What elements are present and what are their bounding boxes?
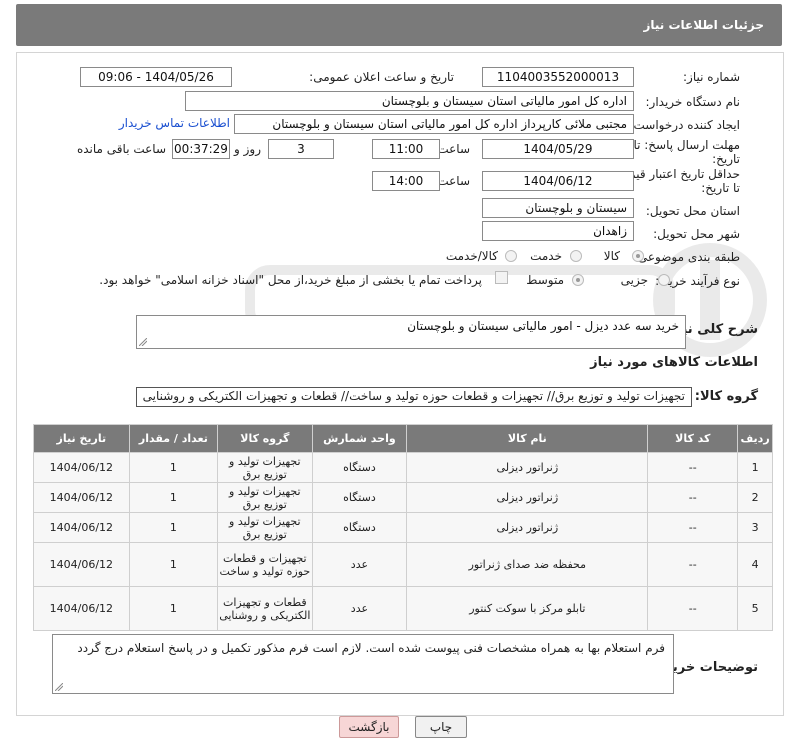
- resize-handle-icon[interactable]: [139, 338, 147, 346]
- goods-group-field: تجهیزات تولید و توزیع برق// تجهیزات و قط…: [135, 387, 692, 407]
- process-radio-medium[interactable]: [572, 274, 584, 286]
- category-radio-goods-service[interactable]: [505, 250, 517, 262]
- col-header-unit: واحد شمارش: [311, 424, 408, 453]
- row-code: --: [647, 586, 739, 631]
- row-qty: 1: [128, 542, 219, 587]
- row-name: تابلو مرکز با سوکت کنتور: [406, 586, 649, 631]
- buyer-org-label: نام دستگاه خریدار:: [645, 95, 741, 109]
- days-label: روز و: [234, 142, 261, 156]
- row-name: ژنراتور دیزلی: [406, 512, 649, 543]
- deadline-date-field: 1404/05/29: [482, 139, 634, 159]
- col-header-name: نام کالا: [406, 424, 649, 453]
- page-header: جزئیات اطلاعات نیاز: [16, 4, 782, 46]
- row-date: 1404/06/12: [33, 586, 130, 631]
- creator-label: ایجاد کننده درخواست:: [629, 118, 740, 132]
- buyer-contact-link[interactable]: اطلاعات تماس خریدار: [119, 116, 230, 130]
- row-date: 1404/06/12: [33, 542, 130, 587]
- row-name: ژنراتور دیزلی: [406, 482, 649, 513]
- process-option-minor: جزیی: [620, 273, 648, 287]
- col-header-group: گروه کالا: [217, 424, 313, 453]
- need-number-label: شماره نیاز:: [683, 70, 740, 84]
- row-unit: عدد: [311, 586, 408, 631]
- min-price-label-date: تا تاریخ:: [701, 181, 740, 195]
- deadline-time-label: ساعت: [437, 142, 470, 156]
- time-remaining-label: ساعت باقی مانده: [76, 142, 166, 156]
- treasury-payment-checkbox[interactable]: [495, 271, 508, 284]
- category-option-service: خدمت: [530, 249, 562, 263]
- resize-handle-icon[interactable]: [55, 683, 63, 691]
- time-remaining-field: 00:37:29: [172, 139, 230, 159]
- row-index: 4: [737, 542, 773, 587]
- row-unit: دستگاه: [311, 452, 408, 483]
- deadline-label: مهلت ارسال پاسخ: تا: [633, 138, 740, 152]
- row-unit: دستگاه: [311, 482, 408, 513]
- table-row: 4 -- محفظه ضد صدای ژنراتور عدد تجهیزات و…: [33, 542, 773, 587]
- row-date: 1404/06/12: [33, 512, 130, 543]
- city-label: شهر محل تحویل:: [653, 227, 740, 241]
- need-number-field: 1104003552000013: [482, 67, 634, 87]
- row-date: 1404/06/12: [33, 482, 130, 513]
- row-group: تجهیزات تولید و توزیع برق: [217, 452, 313, 483]
- row-name: ژنراتور دیزلی: [406, 452, 649, 483]
- deadline-time-field: 11:00: [372, 139, 440, 159]
- row-unit: عدد: [311, 542, 408, 587]
- city-field: زاهدان: [482, 221, 634, 241]
- category-radio-service[interactable]: [570, 250, 582, 262]
- goods-table-header: ردیف کد کالا نام کالا واحد شمارش گروه کا…: [33, 424, 773, 453]
- back-button[interactable]: بازگشت: [339, 716, 399, 738]
- table-row: 1 -- ژنراتور دیزلی دستگاه تجهیزات تولید …: [33, 452, 773, 483]
- category-option-goods: کالا: [603, 249, 620, 263]
- days-remaining-field: 3: [268, 139, 334, 159]
- row-qty: 1: [128, 512, 219, 543]
- row-index: 2: [737, 482, 773, 513]
- row-qty: 1: [128, 586, 219, 631]
- table-row: 3 -- ژنراتور دیزلی دستگاه تجهیزات تولید …: [33, 512, 773, 543]
- row-index: 5: [737, 586, 773, 631]
- row-name: محفظه ضد صدای ژنراتور: [406, 542, 649, 587]
- province-field: سیستان و بلوچستان: [482, 198, 634, 218]
- min-price-time-field: 14:00: [372, 171, 440, 191]
- category-label: طبقه بندی موضوعی:: [633, 250, 740, 264]
- row-code: --: [647, 452, 739, 483]
- row-code: --: [647, 542, 739, 587]
- col-header-code: کد کالا: [647, 424, 739, 453]
- description-field: خرید سه عدد دیزل - امور مالیاتی سیستان و…: [136, 315, 686, 349]
- deadline-label-date: تاریخ:: [712, 152, 740, 166]
- min-price-time-label: ساعت: [437, 174, 470, 188]
- goods-table: ردیف کد کالا نام کالا واحد شمارش گروه کا…: [33, 424, 773, 631]
- treasury-payment-note: پرداخت تمام یا بخشی از مبلغ خرید،از محل …: [99, 273, 482, 287]
- min-price-date-field: 1404/06/12: [482, 171, 634, 191]
- row-qty: 1: [128, 452, 219, 483]
- buyer-org-field: اداره کل امور مالیاتی استان سیستان و بلو…: [185, 91, 634, 111]
- row-index: 3: [737, 512, 773, 543]
- row-index: 1: [737, 452, 773, 483]
- category-option-goods-service: کالا/خدمت: [445, 249, 498, 263]
- col-header-row: ردیف: [737, 424, 773, 453]
- row-group: تجهیزات تولید و توزیع برق: [217, 482, 313, 513]
- announce-field: 1404/05/26 - 09:06: [80, 67, 232, 87]
- category-radio-goods[interactable]: [632, 250, 644, 262]
- print-button[interactable]: چاپ: [415, 716, 467, 738]
- process-radio-minor[interactable]: [658, 274, 670, 286]
- process-option-medium: متوسط: [526, 273, 564, 287]
- row-qty: 1: [128, 482, 219, 513]
- creator-field: مجتبی ملائی کارپرداز اداره کل امور مالیا…: [234, 114, 634, 134]
- row-date: 1404/06/12: [33, 452, 130, 483]
- row-group: تجهیزات تولید و توزیع برق: [217, 512, 313, 543]
- goods-section-title: اطلاعات کالاهای مورد نیاز: [590, 355, 758, 370]
- col-header-date: تاریخ نیاز: [33, 424, 130, 453]
- row-code: --: [647, 482, 739, 513]
- row-group: قطعات و تجهیزات الکتریکی و روشنایی: [217, 586, 313, 631]
- table-row: 5 -- تابلو مرکز با سوکت کنتور عدد قطعات …: [33, 586, 773, 631]
- col-header-qty: تعداد / مقدار: [128, 424, 219, 453]
- row-code: --: [647, 512, 739, 543]
- table-row: 2 -- ژنراتور دیزلی دستگاه تجهیزات تولید …: [33, 482, 773, 513]
- goods-group-label: گروه کالا:: [694, 389, 758, 404]
- province-label: استان محل تحویل:: [645, 204, 740, 218]
- row-unit: دستگاه: [311, 512, 408, 543]
- page-title: جزئیات اطلاعات نیاز: [643, 18, 764, 32]
- announce-label: تاریخ و ساعت اعلان عمومی:: [309, 70, 454, 84]
- buyer-notes-field: فرم استعلام بها به همراه مشخصات فنی پیوس…: [52, 634, 674, 694]
- row-group: تجهیزات و قطعات حوزه تولید و ساخت: [217, 542, 313, 587]
